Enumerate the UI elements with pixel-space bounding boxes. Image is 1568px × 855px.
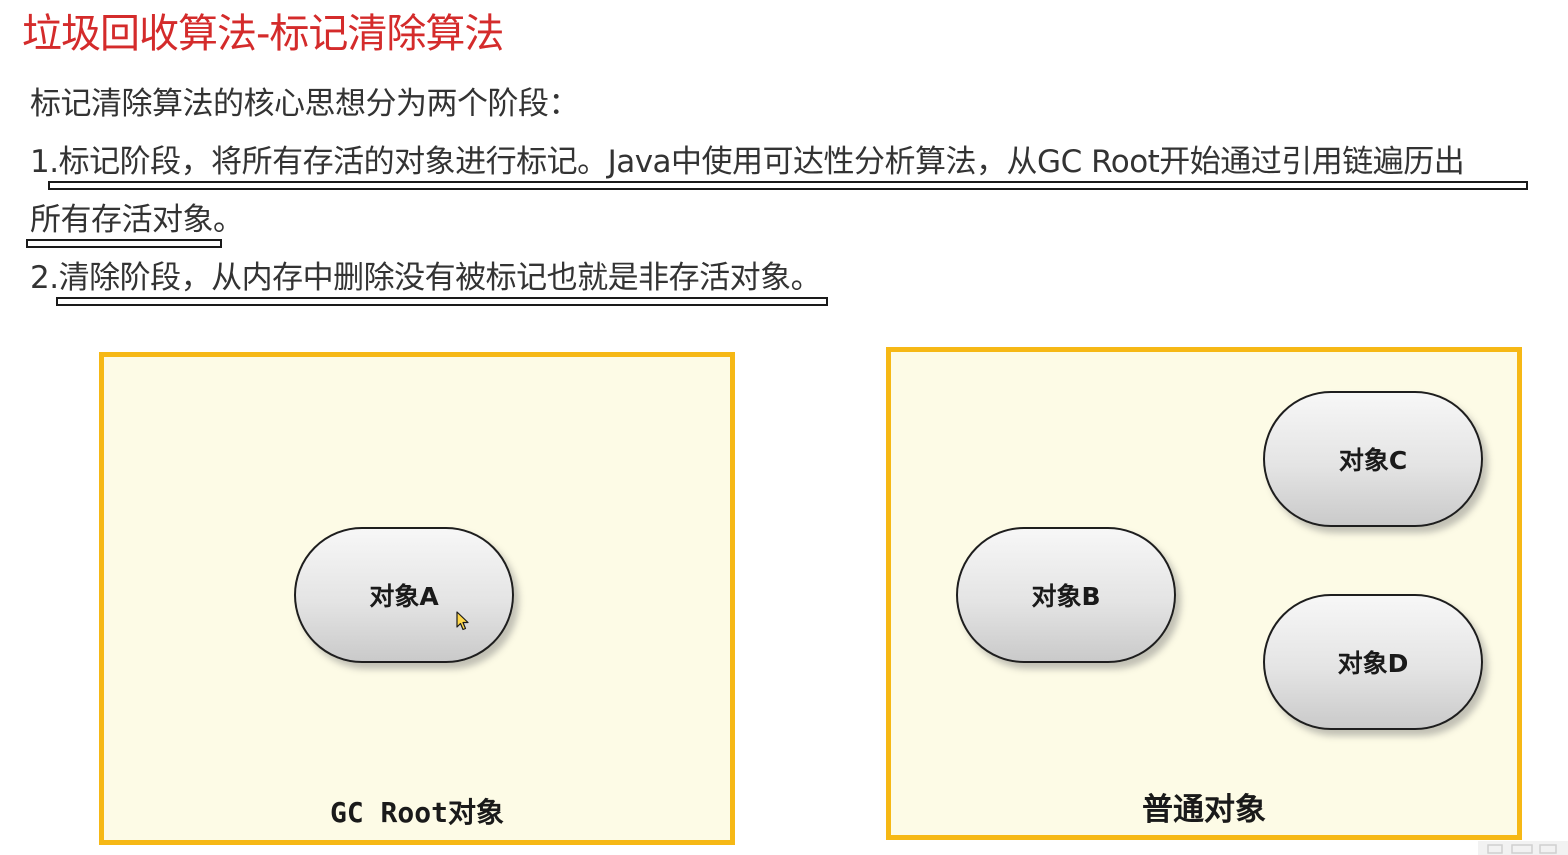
object-d-node: 对象D xyxy=(1263,594,1483,730)
step2-text: 2.清除阶段，从内存中删除没有被标记也就是非存活对象。 xyxy=(30,260,822,296)
watermark-icon xyxy=(1478,841,1568,855)
object-d-label: 对象D xyxy=(1337,649,1409,678)
object-a-label: 对象A xyxy=(369,582,439,611)
object-b-node: 对象B xyxy=(956,527,1176,663)
object-c-label: 对象C xyxy=(1338,446,1408,475)
step1-underline-continued xyxy=(26,239,222,248)
object-b-label: 对象B xyxy=(1031,582,1101,611)
normal-objects-panel-caption: 普通对象 xyxy=(1142,792,1266,828)
object-c-node: 对象C xyxy=(1263,391,1483,527)
step1-text-line1: 1.标记阶段，将所有存活的对象进行标记。Java中使用可达性分析算法，从GC R… xyxy=(30,144,1465,180)
step1-underline xyxy=(48,181,1528,190)
gc-root-panel-caption: GC Root对象 xyxy=(329,796,504,829)
step1-text-line2: 所有存活对象。 xyxy=(30,202,244,238)
mouse-pointer-icon xyxy=(456,611,469,631)
object-a-node: 对象A xyxy=(294,527,514,663)
step2-underline xyxy=(56,297,828,306)
intro-text: 标记清除算法的核心思想分为两个阶段： xyxy=(30,86,580,122)
slide-title: 垃圾回收算法-标记清除算法 xyxy=(22,11,504,57)
